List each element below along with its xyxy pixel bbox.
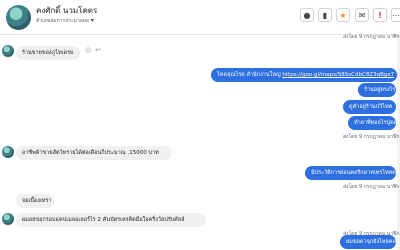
message-outgoing: ผมขอดวจุกยังไหลคด bbox=[340, 235, 396, 249]
mail-button[interactable]: ✉ bbox=[355, 8, 369, 22]
sender-avatar bbox=[2, 45, 14, 57]
react-icon[interactable]: ◎ bbox=[85, 46, 91, 54]
sender-avatar bbox=[2, 213, 14, 225]
info-button[interactable]: ● bbox=[300, 8, 314, 22]
message-outgoing: ทำยาที่ทอยไรปูดด bbox=[348, 116, 397, 130]
contact-status-text: ตัวเลขสมการประมวลผล bbox=[36, 18, 89, 24]
message-outgoing: มีประวัติการผ่อนคอรีกดาทเทรไทลคล bbox=[305, 166, 399, 180]
mail-icon: ✉ bbox=[358, 10, 366, 20]
alert-button[interactable]: ! bbox=[373, 8, 387, 22]
more-icon: ⋯ bbox=[392, 10, 400, 20]
message-timestamp: ส่งโดย 9 กรกฎาคม นาฬิกา 9 bbox=[343, 184, 400, 190]
map-link[interactable]: https://goo.gl/maps/S8SsCdbC8Z3qBgx7 bbox=[282, 72, 394, 78]
message-incoming: จอเบื้องเทรา bbox=[16, 194, 54, 208]
contact-name[interactable]: คงศักดิ์ นวมโคตร bbox=[36, 4, 97, 17]
message-timestamp: ส่งโดย 9 กรกฎาคม นาฬิกา 9 bbox=[343, 134, 400, 140]
message-text: ไทคลุณไรด สำนักงานใหญ่ bbox=[217, 72, 283, 78]
reply-icon[interactable]: ↩ bbox=[95, 46, 101, 54]
conversation-header: คงศักดิ์ นวมโคตร ตัวเลขสมการประมวลผล ▾ ● … bbox=[0, 0, 400, 35]
message-incoming: ผมอย่ขอกรอบแคปเมลอเลอร์ไร 2 คันบัตรเครดิ… bbox=[16, 213, 206, 227]
contact-status[interactable]: ตัวเลขสมการประมวลผล ▾ bbox=[36, 17, 94, 25]
chevron-down-icon: ▾ bbox=[90, 17, 94, 24]
sender-avatar bbox=[2, 146, 14, 158]
star-button[interactable]: ★ bbox=[336, 8, 350, 22]
message-outgoing: ดูคำอยู่ร้านปวิไทต bbox=[343, 100, 396, 114]
message-incoming: ร้านขายของภูไทเดรย bbox=[16, 46, 80, 60]
more-button[interactable]: ⋯ bbox=[391, 8, 400, 22]
info-icon: ● bbox=[303, 10, 311, 20]
star-icon: ★ bbox=[339, 10, 347, 20]
message-incoming: อาชีพค้าขายสัตว์ทรายได้ต่อเดือนก็ประมาณ … bbox=[16, 146, 172, 160]
alert-icon: ! bbox=[378, 10, 382, 20]
message-outgoing: ไทคลุณไรด สำนักงานใหญ่ https://goo.gl/ma… bbox=[211, 68, 397, 82]
delete-button[interactable]: ▮ bbox=[318, 8, 332, 22]
message-timestamp: ส่งโดย 9 กรกฎาคม นาฬิกา 9 bbox=[343, 34, 400, 40]
trash-icon: ▮ bbox=[322, 10, 328, 20]
contact-avatar[interactable] bbox=[6, 5, 31, 30]
message-outgoing: ร้านอยู่ตรงไร bbox=[358, 83, 396, 97]
